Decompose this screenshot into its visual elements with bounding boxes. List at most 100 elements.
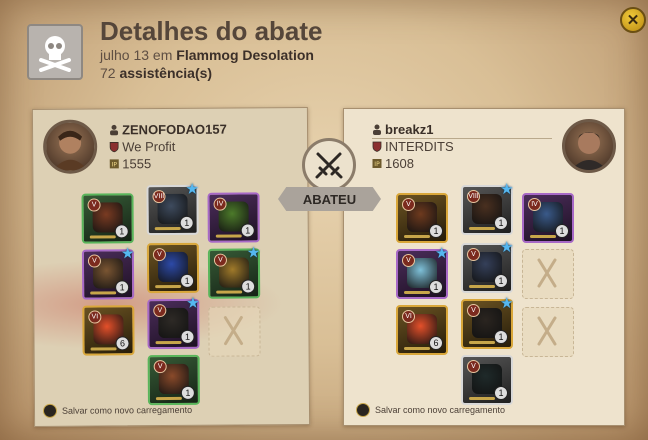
fork-knife-icon bbox=[223, 316, 244, 346]
tier-badge: VIII bbox=[152, 190, 166, 204]
tier-badge: V bbox=[152, 248, 166, 262]
loadout-icon bbox=[42, 403, 58, 418]
item-count: 1 bbox=[494, 216, 508, 230]
player-icon bbox=[110, 124, 119, 136]
bag-slot[interactable]: V1 bbox=[396, 193, 448, 243]
svg-text:IP: IP bbox=[112, 161, 118, 168]
enchant-pips bbox=[469, 285, 495, 288]
killer-name: ZENOFODAO157 bbox=[109, 122, 227, 138]
item-count: 1 bbox=[241, 279, 256, 294]
guild-shield-icon bbox=[109, 141, 119, 153]
tier-badge: VI bbox=[88, 310, 102, 324]
tier-badge: V bbox=[402, 198, 415, 211]
star-icon: ★ bbox=[120, 245, 135, 263]
potion-slot[interactable]: VI 6 bbox=[82, 305, 135, 356]
killer-save-loadout[interactable]: Salvar como novo carregamento bbox=[42, 403, 192, 418]
item-count: 1 bbox=[494, 274, 508, 288]
item-count: 1 bbox=[429, 224, 443, 238]
tier-badge: V bbox=[87, 198, 101, 212]
item-count: 1 bbox=[555, 224, 569, 238]
tier-badge: VIII bbox=[467, 190, 480, 203]
tier-badge: V bbox=[467, 248, 480, 261]
assist-info: 72 assistência(s) bbox=[100, 65, 212, 81]
item-count: 6 bbox=[429, 336, 443, 350]
enchant-pips bbox=[404, 291, 430, 294]
food-slot[interactable] bbox=[208, 306, 261, 357]
enchant-pips bbox=[89, 235, 116, 239]
cape-slot[interactable]: IV 1 bbox=[522, 193, 574, 243]
potion-slot[interactable]: VI 6 bbox=[396, 305, 448, 355]
enchant-pips bbox=[90, 347, 117, 351]
tier-badge: V bbox=[87, 254, 102, 268]
tier-badge: VI bbox=[402, 310, 415, 323]
fork-knife-icon bbox=[537, 258, 557, 288]
fork-knife-icon bbox=[537, 316, 557, 346]
enchant-pips bbox=[90, 291, 117, 295]
enchant-pips bbox=[469, 397, 495, 400]
bag-slot[interactable]: V1 bbox=[81, 193, 134, 244]
item-count: 1 bbox=[179, 215, 194, 230]
enchant-pips bbox=[404, 235, 430, 238]
enchant-pips bbox=[404, 347, 430, 350]
offhand-slot[interactable] bbox=[522, 249, 574, 299]
item-count: 1 bbox=[240, 223, 255, 238]
svg-text:IP: IP bbox=[374, 161, 380, 168]
victim-name: breakz1 bbox=[372, 122, 433, 137]
enchant-pips bbox=[215, 234, 242, 238]
tier-badge: V bbox=[467, 304, 480, 317]
close-icon: ✕ bbox=[626, 12, 640, 29]
enchant-pips bbox=[155, 396, 182, 401]
item-count: 1 bbox=[494, 330, 508, 344]
shoes-slot[interactable]: V 1 ★ bbox=[461, 295, 514, 349]
tier-badge: V bbox=[402, 254, 415, 267]
tier-badge: V bbox=[153, 304, 167, 318]
assist-count: 72 bbox=[100, 65, 116, 81]
item-count: 1 bbox=[494, 386, 508, 400]
tier-badge: V bbox=[153, 360, 167, 374]
crossed-swords-icon bbox=[302, 138, 356, 192]
tier-badge: IV bbox=[213, 197, 227, 211]
skull-crossbones-icon bbox=[27, 24, 83, 80]
close-button[interactable]: ✕ bbox=[620, 7, 646, 33]
mount-slot[interactable]: V1 bbox=[461, 355, 513, 405]
enchant-pips bbox=[155, 284, 182, 289]
weapon-slot[interactable]: V 1 ★ bbox=[81, 245, 135, 300]
enchant-pips bbox=[469, 227, 495, 230]
cape-slot[interactable]: IV 1 bbox=[207, 192, 260, 243]
star-icon: ★ bbox=[435, 245, 449, 262]
kill-location: Flammog Desolation bbox=[176, 47, 314, 63]
victim-guild: INTERDITS bbox=[372, 139, 454, 154]
guild-shield-icon bbox=[372, 141, 382, 152]
enchant-pips bbox=[216, 290, 243, 294]
victim-panel: breakz1 INTERDITS IP 1608 V 1 VIII 1 ★ IV 1 V 1 ★ V… bbox=[343, 108, 625, 426]
victim-avatar[interactable] bbox=[562, 119, 616, 173]
item-count: 1 bbox=[180, 385, 195, 400]
victim-save-loadout[interactable]: Salvar como novo carregamento bbox=[356, 403, 505, 417]
enchant-pips bbox=[469, 341, 495, 344]
player-icon bbox=[373, 124, 381, 135]
victim-item-power: IP 1608 bbox=[372, 156, 414, 171]
mount-slot[interactable]: V1 bbox=[147, 354, 200, 406]
armor-slot[interactable]: V 1 ★ bbox=[461, 240, 513, 293]
kill-ribbon: ABATEU bbox=[278, 187, 381, 211]
item-count: 1 bbox=[114, 224, 129, 239]
food-slot[interactable] bbox=[522, 307, 574, 357]
item-count: 1 bbox=[180, 329, 195, 344]
item-power-icon: IP bbox=[372, 159, 382, 168]
killer-avatar[interactable] bbox=[42, 119, 98, 174]
star-icon: ★ bbox=[500, 181, 514, 198]
tier-badge: V bbox=[213, 253, 227, 267]
armor-slot[interactable]: V1 bbox=[146, 242, 200, 294]
star-icon: ★ bbox=[246, 244, 261, 262]
head-slot[interactable]: VIII 1 ★ bbox=[461, 181, 514, 235]
item-count: 1 bbox=[180, 273, 195, 288]
offhand-slot[interactable]: V 1 ★ bbox=[207, 244, 261, 299]
tier-badge: V bbox=[467, 360, 480, 373]
weapon-slot[interactable]: V 1 ★ bbox=[396, 245, 449, 299]
shoes-slot[interactable]: V 1 ★ bbox=[147, 295, 200, 350]
enchant-pips bbox=[155, 340, 182, 345]
head-slot[interactable]: VIII 1 ★ bbox=[146, 181, 199, 236]
killer-guild: We Profit bbox=[109, 139, 175, 154]
star-icon: ★ bbox=[500, 295, 514, 312]
killer-panel: ZENOFODAO157 We Profit IP 1555 V 1 VIII 1 ★ IV… bbox=[31, 107, 311, 427]
